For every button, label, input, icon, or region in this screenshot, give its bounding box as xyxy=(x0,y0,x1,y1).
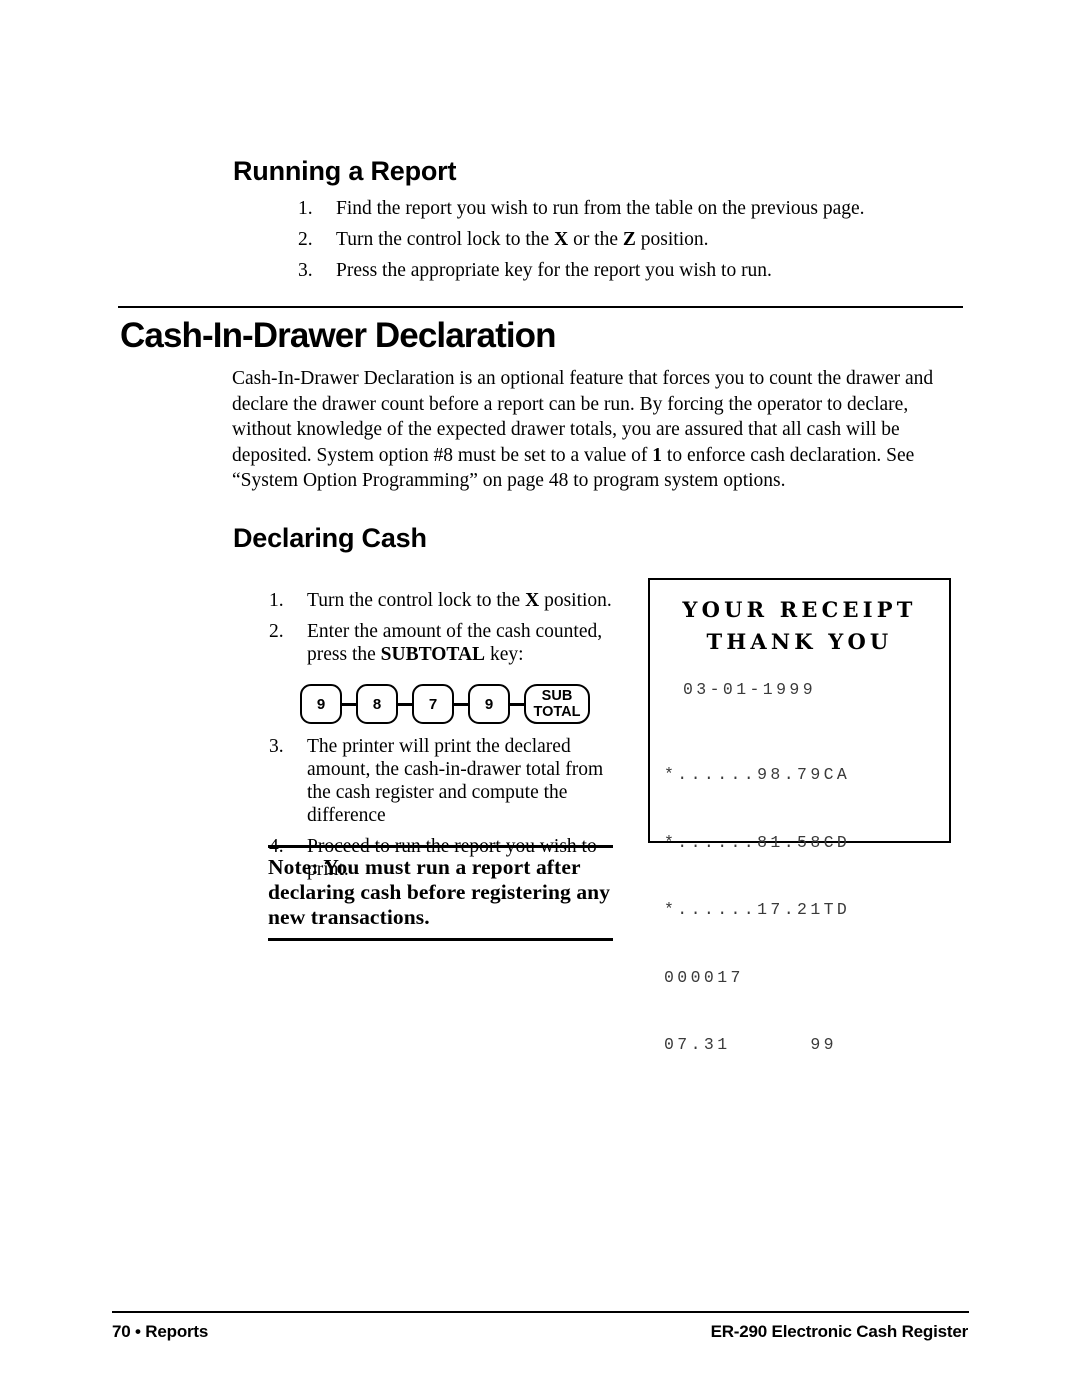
footer-page-label: 70 • Reports xyxy=(112,1322,209,1341)
key-button-9-b[interactable]: 9 xyxy=(468,684,510,724)
key-label-line1: SUB xyxy=(541,688,573,704)
note-callout: Note: You must run a report after declar… xyxy=(268,845,613,941)
list-item: 3. Press the appropriate key for the rep… xyxy=(298,259,958,282)
declaring-cash-steps-top: 1. Turn the control lock to the X positi… xyxy=(269,589,619,674)
list-item: 1. Turn the control lock to the X positi… xyxy=(269,589,619,612)
list-item-text: The printer will print the declared amou… xyxy=(307,736,604,826)
list-item-emphasis-z: Z xyxy=(622,229,636,250)
list-item-text: Turn the control lock to the X or the Z … xyxy=(336,228,958,251)
list-item-text-mid: or the xyxy=(568,229,623,250)
list-item-number: 3. xyxy=(269,736,284,757)
key-label-line2: TOTAL xyxy=(533,704,581,720)
heading-declaring-cash: Declaring Cash xyxy=(233,523,427,553)
running-report-steps: 1. Find the report you wish to run from … xyxy=(298,197,958,290)
receipt-line: 000017 xyxy=(664,967,744,987)
key-connector xyxy=(454,702,468,706)
receipt-line: *......17.21TD xyxy=(664,900,851,919)
key-label: 7 xyxy=(428,695,438,713)
heading-cash-in-drawer-declaration: Cash-In-Drawer Declaration xyxy=(120,316,557,355)
list-item-emphasis-subtotal: SUBTOTAL xyxy=(380,644,486,665)
list-item-number: 1. xyxy=(269,590,284,611)
list-item: 1. Find the report you wish to run from … xyxy=(298,197,958,220)
key-connector xyxy=(342,702,356,706)
list-item-number: 2. xyxy=(269,621,284,642)
list-item-number: 1. xyxy=(298,198,313,219)
key-button-subtotal[interactable]: SUB TOTAL xyxy=(524,684,590,724)
key-label: 9 xyxy=(484,695,494,713)
receipt-lines: *......98.79CA *......81.58CD *......17.… xyxy=(664,719,949,1102)
cash-in-drawer-paragraph: Cash-In-Drawer Declaration is an optiona… xyxy=(232,366,968,494)
list-item-text-post: position. xyxy=(539,590,612,611)
receipt-line: *......98.79CA xyxy=(664,765,851,784)
key-button-9-a[interactable]: 9 xyxy=(300,684,342,724)
note-line-1: Note: You must run a report after xyxy=(268,855,581,879)
receipt-header-line1: YOUR RECEIPT xyxy=(682,597,917,622)
key-sequence-graphic: 9 8 7 9 SUB TOTAL xyxy=(300,684,590,724)
heading-running-a-report: Running a Report xyxy=(233,156,457,186)
receipt-date: 03-01-1999 xyxy=(683,680,817,699)
list-item-text: Find the report you wish to run from the… xyxy=(336,198,865,219)
list-item-text: Enter the amount of the cash counted, pr… xyxy=(307,620,619,666)
note-line-2: declaring cash before registering any xyxy=(268,880,611,904)
key-button-8[interactable]: 8 xyxy=(356,684,398,724)
footer-divider-rule xyxy=(112,1311,969,1313)
list-item-text-post: key: xyxy=(485,644,524,665)
list-item-text-pre: Turn the control lock to the xyxy=(336,229,555,250)
receipt-line: 07.31 99 xyxy=(664,1035,837,1054)
footer-product-label: ER-290 Electronic Cash Register xyxy=(710,1322,969,1341)
paragraph-emphasis-one: 1 xyxy=(652,444,663,466)
key-connector xyxy=(510,702,524,706)
list-item-emphasis-x: X xyxy=(554,229,569,250)
note-line-3: new transactions. xyxy=(268,905,430,929)
list-item-text-pre: Turn the control lock to the xyxy=(307,590,526,611)
receipt-header-line2: THANK YOU xyxy=(706,629,893,654)
list-item-text: Press the appropriate key for the report… xyxy=(336,260,772,281)
key-button-7[interactable]: 7 xyxy=(412,684,454,724)
key-connector xyxy=(398,702,412,706)
list-item: 3. The printer will print the declared a… xyxy=(269,735,624,827)
list-item-text-post: position. xyxy=(635,229,709,250)
key-label: 9 xyxy=(316,695,326,713)
list-item-number: 2. xyxy=(298,229,313,250)
list-item-text: Turn the control lock to the X position. xyxy=(307,589,619,612)
list-item: 2. Enter the amount of the cash counted,… xyxy=(269,620,619,666)
list-item-number: 3. xyxy=(298,260,313,281)
sample-receipt: YOUR RECEIPT THANK YOU 03-01-1999 *.....… xyxy=(648,578,951,1054)
list-item: 2. Turn the control lock to the X or the… xyxy=(298,228,958,251)
document-page: Running a Report 1. Find the report you … xyxy=(0,0,1080,1397)
section-divider-rule xyxy=(118,306,963,308)
list-item-emphasis-x: X xyxy=(525,590,540,611)
key-label: 8 xyxy=(372,695,382,713)
receipt-line: *......81.58CD xyxy=(664,832,851,852)
